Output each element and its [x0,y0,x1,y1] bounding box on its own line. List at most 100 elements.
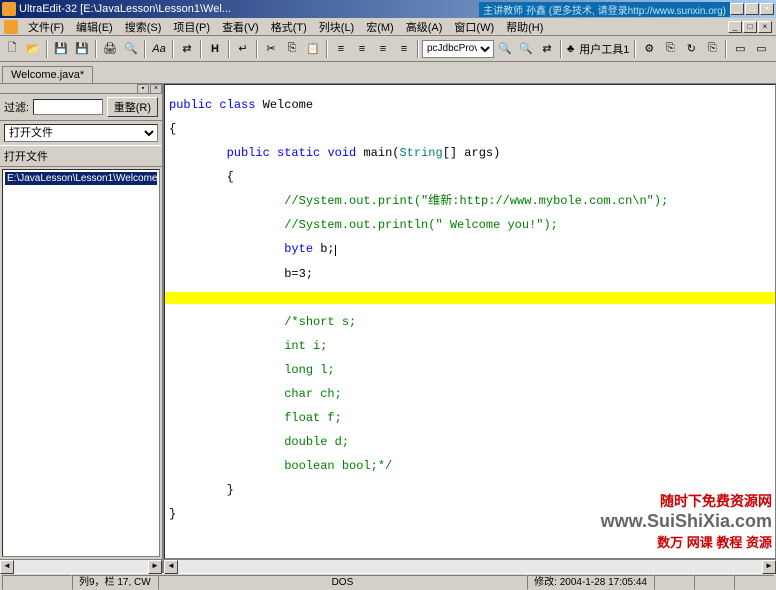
hex-button[interactable]: H [205,39,225,59]
file-item[interactable]: E:\JavaLesson\Lesson1\Welcome.java* [5,172,157,185]
tool-btn-2[interactable]: ⎘ [660,39,680,59]
menu-edit[interactable]: 编辑(E) [70,18,119,36]
font-button[interactable]: Aa [149,39,169,59]
scroll-right-button[interactable]: ► [148,560,162,574]
menu-view[interactable]: 查看(V) [216,18,265,36]
code-line: { [169,171,771,183]
filter-input[interactable] [33,99,103,115]
sidebar-toolbar: ▪ × [0,84,162,94]
save-button[interactable]: 💾 [51,39,71,59]
print-button[interactable]: 🖨 [100,39,120,59]
code-line: } [169,484,771,496]
menu-macro[interactable]: 宏(M) [360,18,400,36]
app-name: UltraEdit-32 [19,3,77,15]
scroll-track[interactable] [14,560,148,573]
scroll-left-button[interactable]: ◄ [0,560,14,574]
preview-icon: 🔍 [124,42,138,55]
tool-btn-5[interactable]: ▭ [730,39,750,59]
toggle-button[interactable]: ⇄ [177,39,197,59]
tool-btn-4[interactable]: ⎘ [702,39,722,59]
tab-welcome[interactable]: Welcome.java* [2,66,93,83]
code-line: public class Welcome [169,99,771,111]
find-next-button[interactable]: 🔍 [516,39,536,59]
filter-row: 过滤: 重整(R) [0,94,162,121]
tool-btn-3[interactable]: ↻ [681,39,701,59]
separator [634,40,636,58]
menu-format[interactable]: 格式(T) [265,18,313,36]
filter-label: 过滤: [4,99,29,115]
align-center-button[interactable]: ≡ [352,39,372,59]
provider-dropdown[interactable]: pcJdbcProvider [422,40,494,58]
close-button[interactable]: × [760,3,774,15]
align-justify-button[interactable]: ≡ [394,39,414,59]
replace-button[interactable]: ⇄ [537,39,557,59]
code-line: /*short s; [169,316,771,328]
find-icon: 🔍 [498,42,512,55]
print-icon: 🖨 [103,42,117,55]
minimize-button[interactable]: _ [730,3,744,15]
usertools-text[interactable]: 用户工具1 [577,41,631,57]
separator [228,40,230,58]
doc-restore-button[interactable]: □ [743,21,757,33]
sidebar-scrollbar[interactable]: ◄ ► [0,559,162,573]
toggle-icon: ⇄ [182,42,191,55]
find-button[interactable]: 🔍 [495,39,515,59]
paste-button[interactable]: 📋 [303,39,323,59]
menu-column[interactable]: 列块(L) [313,18,360,36]
refresh-button[interactable]: 重整(R) [107,97,158,117]
tool-btn-6[interactable]: ▭ [751,39,771,59]
highlighted-line [165,292,775,304]
align-left-button[interactable]: ≡ [331,39,351,59]
scroll-track[interactable] [178,560,762,573]
scroll-left-button[interactable]: ◄ [164,560,178,574]
copy-button[interactable]: ⎘ [282,39,302,59]
menu-file[interactable]: 文件(F) [22,18,70,36]
cut-button[interactable]: ✂ [261,39,281,59]
align-right-button[interactable]: ≡ [373,39,393,59]
replace-icon: ⇄ [542,42,551,55]
separator [256,40,258,58]
code-line: long l; [169,364,771,376]
separator [46,40,48,58]
sidebar-dropdown[interactable]: 打开文件 [4,124,158,142]
paste-icon: 📋 [306,42,320,55]
menu-advanced[interactable]: 高级(A) [400,18,449,36]
open-button[interactable]: 📂 [23,39,43,59]
toolbar: 🗋 📂 💾 💾 🖨 🔍 Aa ⇄ H ↵ ✂ ⎘ 📋 ≡ ≡ ≡ ≡ pcJdb… [0,36,776,62]
saveas-button[interactable]: 💾 [72,39,92,59]
status-blank [2,575,72,590]
code-line: //System.out.println(" Welcome you!"); [169,219,771,231]
file-tree[interactable]: E:\JavaLesson\Lesson1\Welcome.java* [2,169,160,557]
code-line: double d; [169,436,771,448]
cut-icon: ✂ [266,42,275,55]
menu-window[interactable]: 窗口(W) [448,18,500,36]
menu-search[interactable]: 搜索(S) [119,18,168,36]
menu-project[interactable]: 项目(P) [167,18,216,36]
print-preview-button[interactable]: 🔍 [121,39,141,59]
menu-help[interactable]: 帮助(H) [500,18,549,36]
separator [144,40,146,58]
doc-path: [E:\JavaLesson\Lesson1\Wel... [80,3,231,15]
tab-area: Welcome.java* [0,62,776,84]
tool-icon: ↻ [687,42,696,55]
editor-scrollbar[interactable]: ◄ ► [164,559,776,573]
code-area[interactable]: public class Welcome { public static voi… [164,84,776,559]
wrap-button[interactable]: ↵ [233,39,253,59]
menubar: 文件(F) 编辑(E) 搜索(S) 项目(P) 查看(V) 格式(T) 列块(L… [0,18,776,36]
doc-close-button[interactable]: × [758,21,772,33]
doc-minimize-button[interactable]: _ [728,21,742,33]
code-line: { [169,123,771,135]
sidebar-section-header: 打开文件 [0,145,162,167]
status-blank3 [694,575,734,590]
tool-icon: ▭ [756,42,766,55]
sidebar-close-button[interactable]: × [150,84,162,94]
app-icon [2,2,16,16]
new-button[interactable]: 🗋 [2,39,22,59]
scroll-right-button[interactable]: ► [762,560,776,574]
tool-btn-1[interactable]: ⚙ [639,39,659,59]
sidebar-btn-1[interactable]: ▪ [137,84,149,94]
sidebar: ▪ × 过滤: 重整(R) 打开文件 打开文件 E:\JavaLesson\Le… [0,84,164,573]
status-blank2 [654,575,694,590]
main-area: ▪ × 过滤: 重整(R) 打开文件 打开文件 E:\JavaLesson\Le… [0,84,776,573]
maximize-button[interactable]: □ [745,3,759,15]
